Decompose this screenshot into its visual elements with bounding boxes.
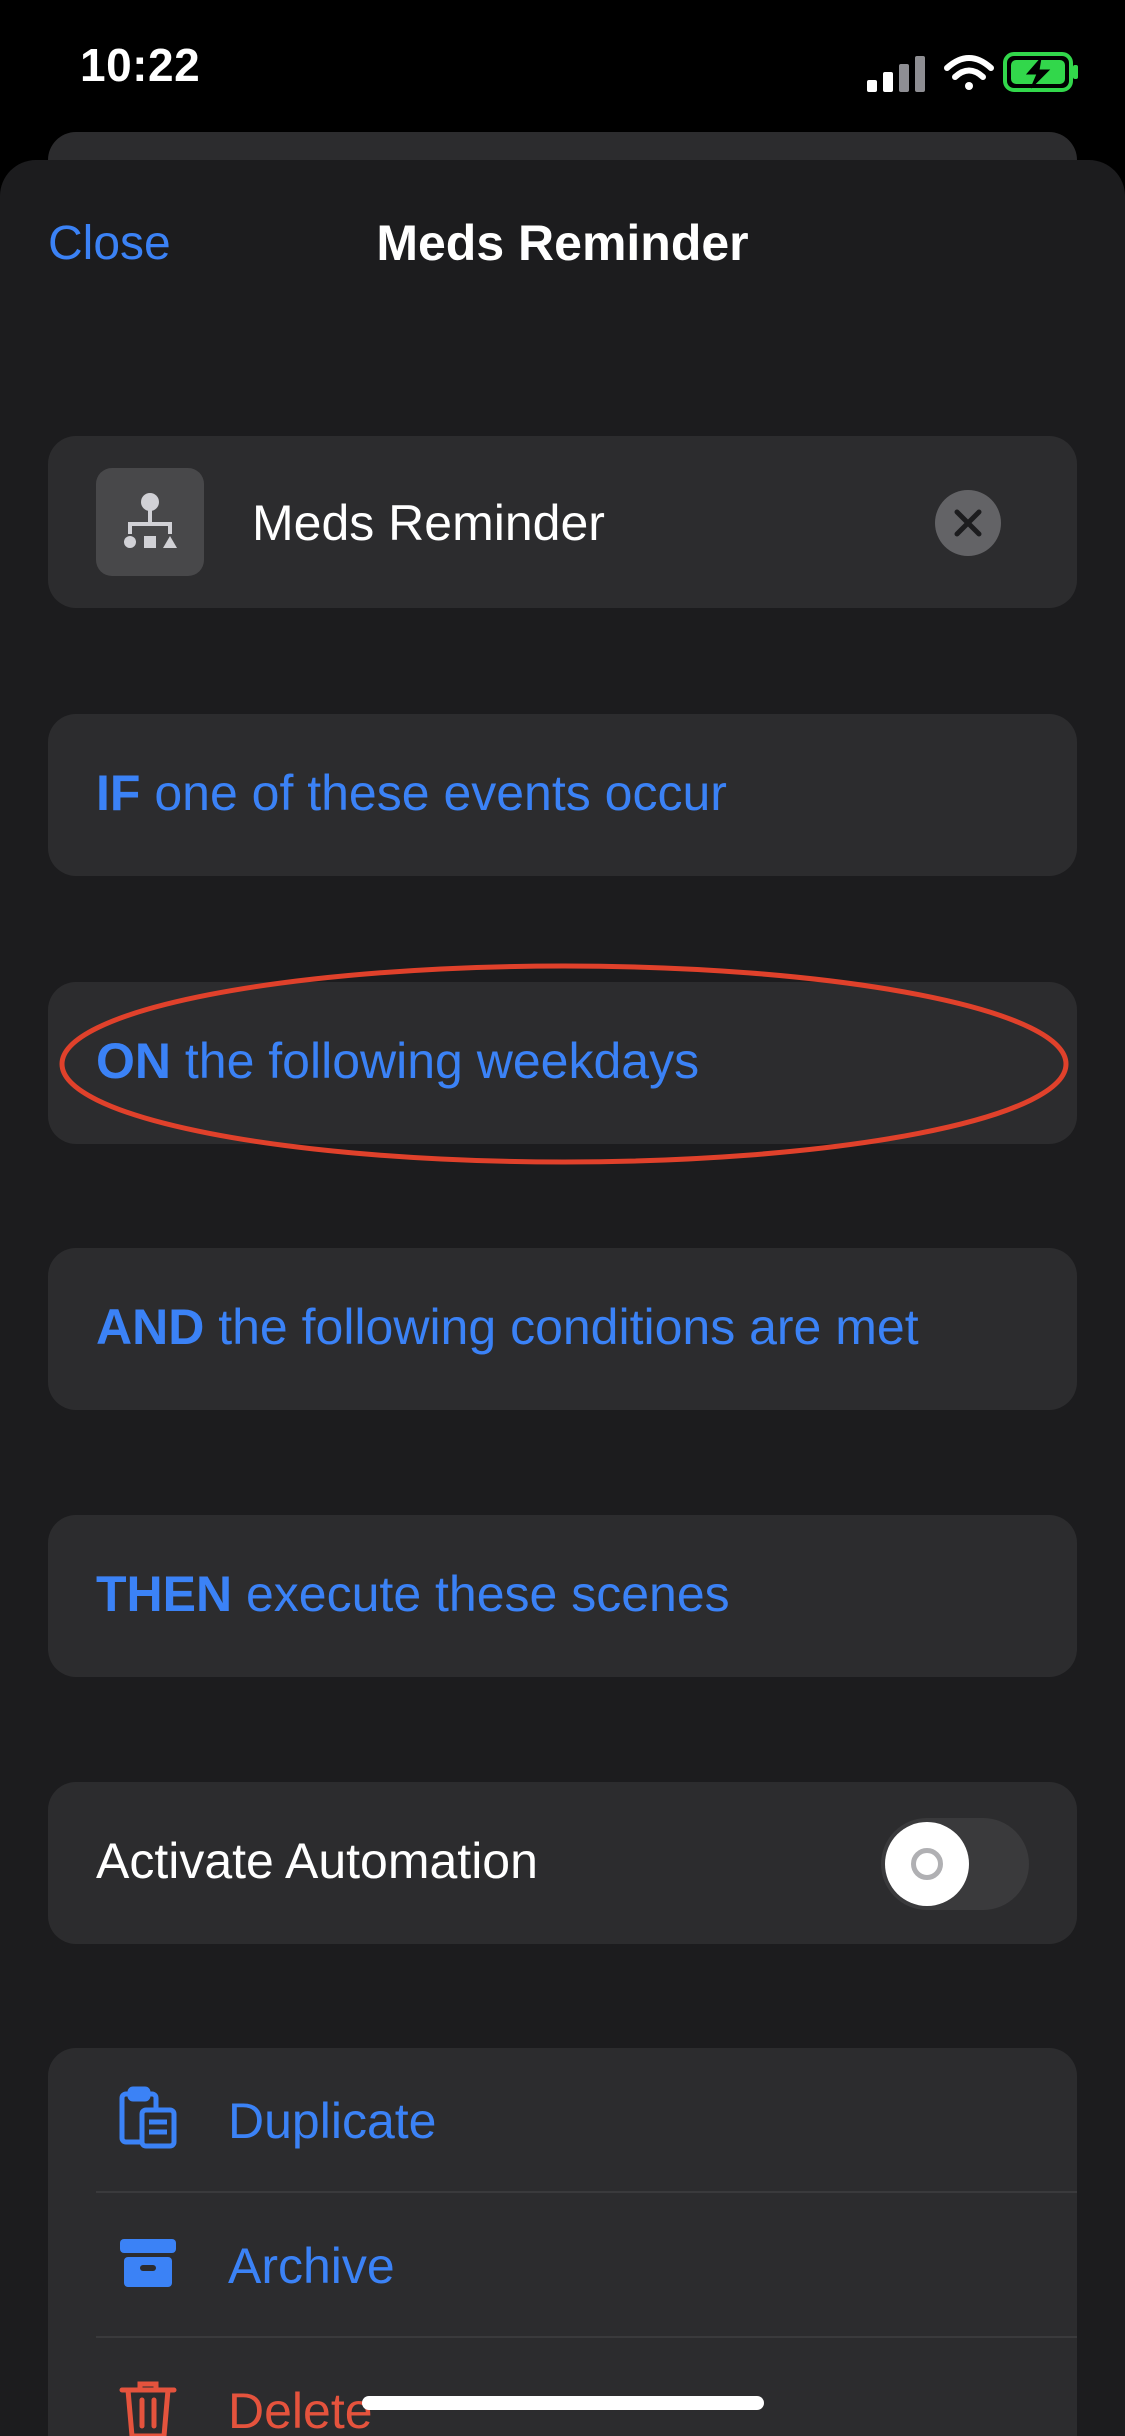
and-conditions-section[interactable]: AND the following conditions are met bbox=[48, 1248, 1077, 1410]
and-text: the following conditions are met bbox=[204, 1299, 919, 1355]
wifi-icon bbox=[944, 55, 994, 90]
activate-automation-row: Activate Automation bbox=[48, 1782, 1077, 1944]
then-scenes-section[interactable]: THEN execute these scenes bbox=[48, 1515, 1077, 1677]
delete-button[interactable]: Delete bbox=[48, 2338, 1077, 2436]
cellular-signal-icon bbox=[867, 56, 925, 92]
toggle-off-indicator-icon bbox=[911, 1848, 943, 1880]
duplicate-label: Duplicate bbox=[228, 2093, 437, 2149]
if-text: one of these events occur bbox=[140, 765, 727, 821]
actions-list: Duplicate Archive Delete bbox=[48, 2048, 1077, 2436]
if-keyword: IF bbox=[96, 765, 141, 821]
and-conditions-label: AND the following conditions are met bbox=[96, 1298, 919, 1356]
on-weekdays-label: ON the following weekdays bbox=[96, 1032, 699, 1090]
then-scenes-label: THEN execute these scenes bbox=[96, 1565, 730, 1623]
archive-button[interactable]: Archive bbox=[48, 2193, 1077, 2336]
trash-icon bbox=[116, 2376, 180, 2436]
automation-name-input[interactable] bbox=[252, 488, 912, 558]
screen: 10:22 Close Meds Reminder Meds Reminder … bbox=[0, 0, 1125, 2436]
then-keyword: THEN bbox=[96, 1566, 233, 1622]
home-indicator[interactable] bbox=[362, 2396, 764, 2410]
on-text: the following weekdays bbox=[171, 1033, 700, 1089]
activate-automation-toggle[interactable] bbox=[881, 1818, 1029, 1910]
on-keyword: ON bbox=[96, 1033, 171, 1089]
status-icons bbox=[865, 48, 1085, 98]
toggle-knob bbox=[885, 1822, 969, 1906]
then-text: execute these scenes bbox=[232, 1566, 730, 1622]
automation-flow-icon[interactable] bbox=[96, 468, 204, 576]
if-events-section[interactable]: IF one of these events occur bbox=[48, 714, 1077, 876]
and-keyword: AND bbox=[96, 1299, 205, 1355]
page-title: Meds Reminder bbox=[376, 215, 749, 271]
duplicate-button[interactable]: Duplicate bbox=[48, 2048, 1077, 2191]
duplicate-icon bbox=[116, 2086, 180, 2150]
if-events-label: IF one of these events occur bbox=[96, 764, 727, 822]
status-bar: 10:22 bbox=[0, 0, 1125, 140]
on-weekdays-section[interactable]: ON the following weekdays bbox=[48, 982, 1077, 1144]
status-time: 10:22 bbox=[80, 39, 201, 91]
archive-icon bbox=[116, 2231, 180, 2295]
archive-label: Archive bbox=[228, 2238, 395, 2294]
automation-name-card bbox=[48, 436, 1077, 608]
activate-automation-label: Activate Automation bbox=[96, 1833, 538, 1889]
battery-charging-icon bbox=[1003, 52, 1078, 92]
clear-icon[interactable] bbox=[935, 490, 1001, 556]
delete-label: Delete bbox=[228, 2383, 373, 2436]
